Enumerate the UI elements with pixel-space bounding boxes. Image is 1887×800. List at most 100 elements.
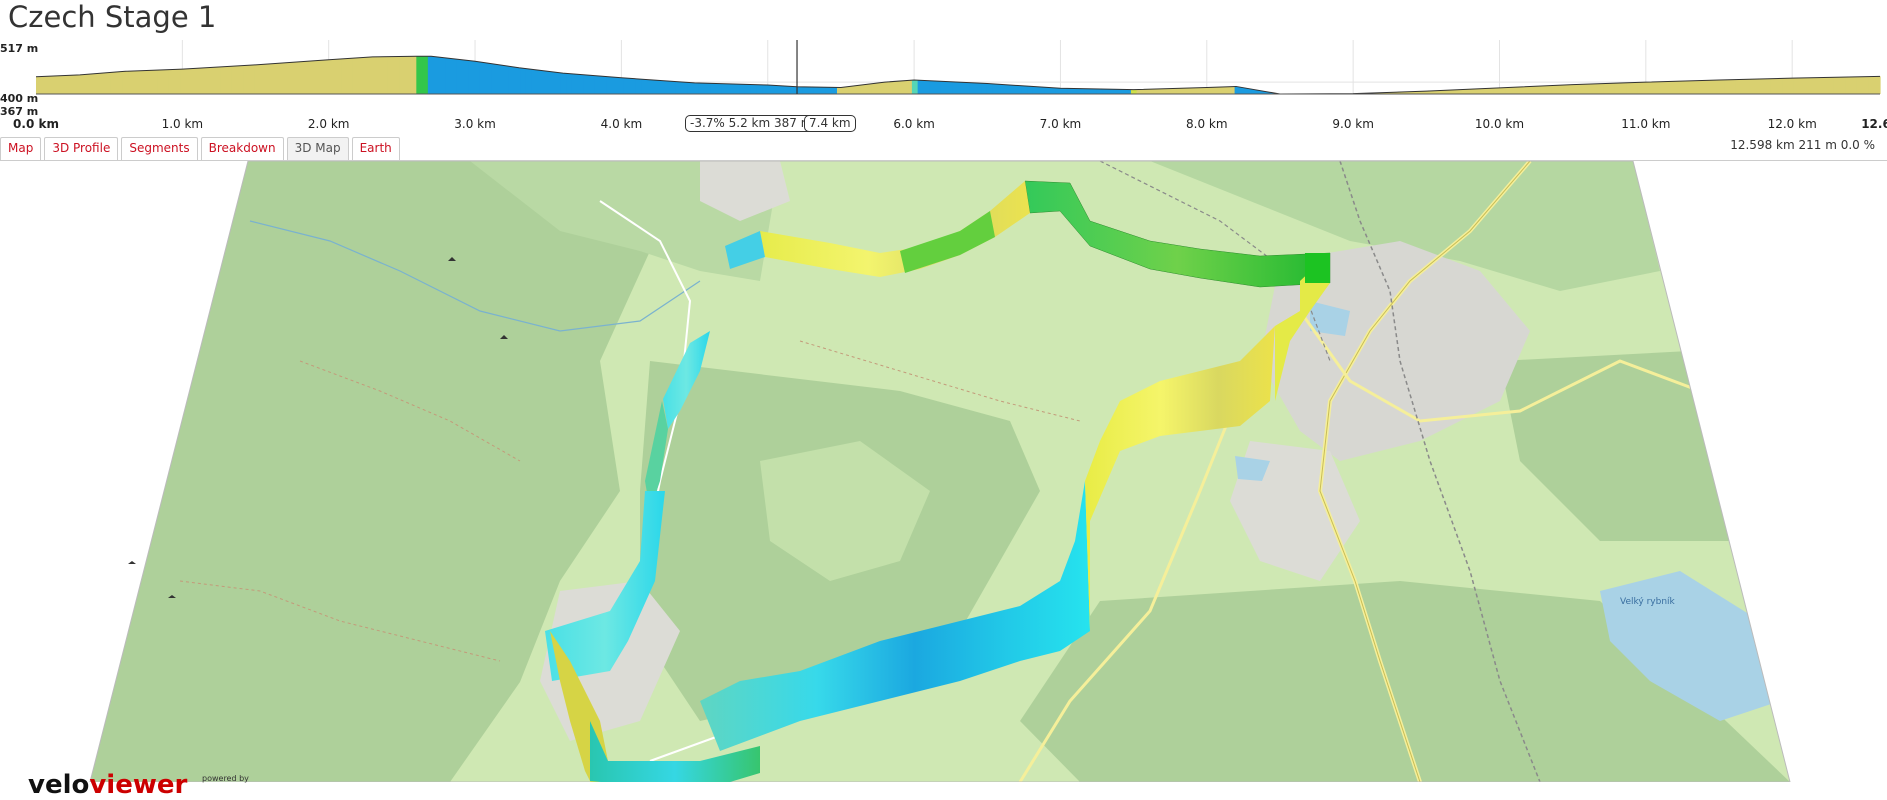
map-canvas[interactable]: Velký rybník: [0, 161, 1887, 782]
profile-slice: [647, 80, 653, 94]
profile-slice: [1661, 82, 1667, 94]
profile-slice: [1719, 80, 1725, 94]
profile-slice: [1511, 87, 1517, 94]
tab-3d-profile[interactable]: 3D Profile: [44, 137, 118, 160]
profile-slice: [1488, 88, 1494, 94]
profile-slice: [606, 77, 612, 94]
x-label: 4.0 km: [601, 117, 643, 131]
profile-slice: [1575, 84, 1581, 94]
profile-slice: [1137, 89, 1143, 94]
profile-slice: [1845, 77, 1851, 94]
profile-slice: [877, 82, 883, 94]
profile-slice: [1603, 83, 1609, 94]
profile-slice: [641, 79, 647, 94]
profile-slice: [1062, 88, 1068, 94]
tab-map[interactable]: Map: [0, 137, 41, 160]
profile-slice: [1177, 88, 1183, 94]
profile-slice: [751, 84, 757, 94]
profile-slice: [791, 86, 797, 94]
x-label: 8.0 km: [1186, 117, 1228, 131]
x-label: 6.0 km: [893, 117, 935, 131]
profile-slice: [929, 81, 935, 94]
profile-slice: [163, 70, 169, 94]
profile-slice: [1817, 78, 1823, 94]
profile-slice: [1194, 88, 1200, 94]
profile-slice: [295, 62, 301, 94]
profile-slice: [578, 74, 584, 94]
profile-slice: [1788, 78, 1794, 94]
profile-slice: [589, 75, 595, 94]
elevation-profile[interactable]: [0, 40, 1887, 130]
profile-slice: [203, 68, 209, 94]
profile-slice: [180, 69, 186, 94]
profile-slice: [284, 62, 290, 94]
profile-slice: [157, 70, 163, 94]
profile-slice: [169, 69, 175, 94]
profile-slice: [693, 83, 699, 94]
profile-slice: [238, 66, 244, 94]
profile-slice: [900, 81, 906, 94]
profile-slice: [134, 71, 140, 94]
tab-earth[interactable]: Earth: [352, 137, 400, 160]
profile-slice: [1759, 79, 1765, 94]
profile-slice: [1742, 79, 1748, 94]
lake-label: Velký rybník: [1620, 597, 1676, 607]
tab-segments[interactable]: Segments: [121, 137, 197, 160]
profile-slice: [681, 82, 687, 94]
profile-slice: [1004, 85, 1010, 94]
profile-slice: [307, 61, 313, 94]
profile-slice: [428, 56, 434, 94]
elevation-profile-chart[interactable]: [0, 40, 1887, 130]
profile-slice: [122, 71, 128, 94]
tab-breakdown[interactable]: Breakdown: [201, 137, 284, 160]
profile-slice: [1696, 80, 1702, 94]
profile-slice: [1655, 82, 1661, 94]
profile-slice: [71, 75, 77, 94]
profile-slice: [1557, 85, 1563, 94]
profile-slice: [117, 71, 123, 94]
profile-slice: [1644, 82, 1650, 94]
profile-slice: [1598, 84, 1604, 94]
profile-slice: [687, 82, 693, 94]
profile-slice: [128, 71, 134, 94]
profile-slice: [1794, 78, 1800, 94]
profile-slice: [820, 87, 826, 94]
profile-slice: [946, 82, 952, 94]
profile-slice: [1039, 87, 1045, 94]
profile-slice: [1465, 89, 1471, 94]
profile-slice: [1730, 80, 1736, 94]
profile-slice: [993, 84, 999, 94]
profile-slice: [1505, 87, 1511, 94]
profile-slice: [1840, 77, 1846, 94]
profile-slice: [895, 81, 901, 94]
profile-slice: [1010, 85, 1016, 94]
profile-slice: [532, 69, 538, 94]
profile-slice: [1119, 89, 1125, 94]
map-3d-view[interactable]: Velký rybník: [0, 161, 1887, 782]
profile-slice: [1765, 79, 1771, 94]
profile-slice: [699, 83, 705, 94]
profile-slice: [952, 82, 958, 94]
profile-slice: [220, 67, 226, 94]
profile-slice: [987, 84, 993, 94]
profile-slice: [1200, 88, 1206, 94]
profile-slice: [1586, 84, 1592, 94]
profile-slice: [1707, 80, 1713, 94]
profile-slice: [722, 84, 728, 94]
cursor-readout: -3.7% 5.2 km 387 m: [685, 115, 817, 132]
profile-slice: [1592, 84, 1598, 94]
profile-slice: [1828, 77, 1834, 94]
profile-slice: [624, 78, 630, 94]
velo-viewer-logo: veloviewer: [28, 770, 187, 800]
profile-slice: [745, 84, 751, 94]
profile-slice: [1874, 76, 1880, 94]
profile-slice: [739, 84, 745, 94]
profile-slice: [1678, 81, 1684, 94]
profile-slice: [503, 65, 509, 94]
profile-slice: [1811, 78, 1817, 94]
profile-slice: [359, 57, 365, 94]
profile-slice: [658, 80, 664, 94]
tab-3d-map[interactable]: 3D Map: [287, 137, 349, 160]
profile-slice: [1724, 80, 1730, 94]
x-label: 10.0 km: [1475, 117, 1524, 131]
